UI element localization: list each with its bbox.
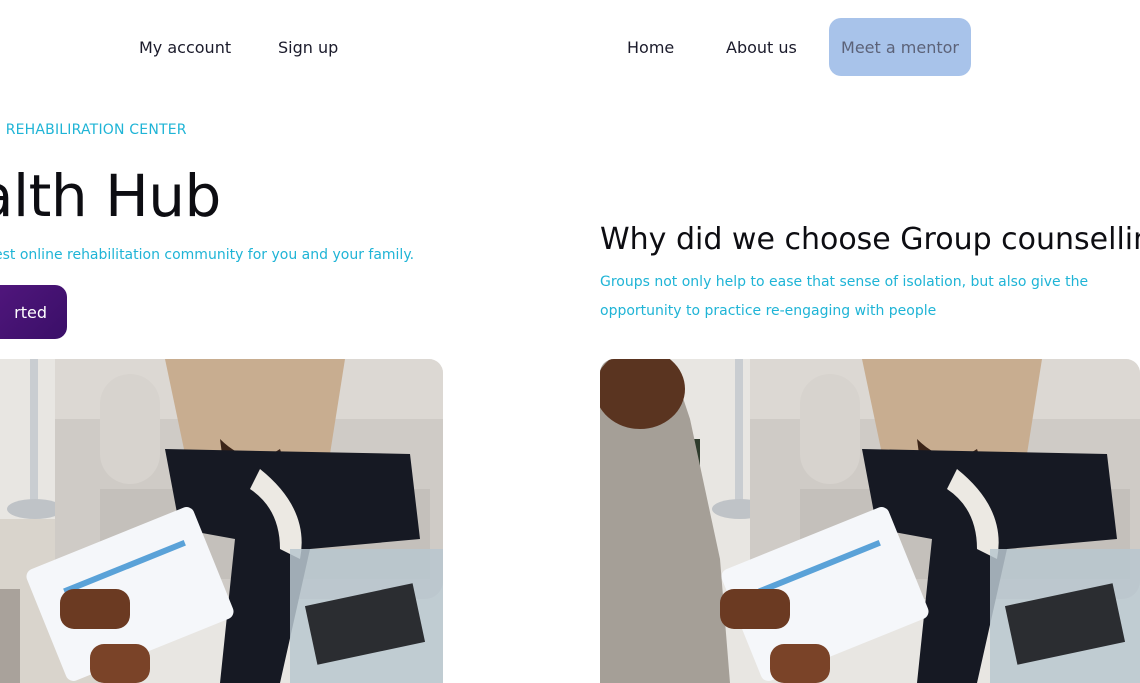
counselling-photo-left-image xyxy=(0,359,443,683)
nav-home-link[interactable]: Home xyxy=(627,38,674,57)
counselling-photo-left xyxy=(0,359,443,683)
get-started-label: rted xyxy=(14,302,47,322)
nav-sign-up-link[interactable]: Sign up xyxy=(278,38,338,57)
hero-eyebrow: E REHABILIRATION CENTER xyxy=(0,122,187,138)
group-counselling-title: Why did we choose Group counselling xyxy=(600,222,1140,257)
hero-subtitle: est online rehabilitation community for … xyxy=(0,247,415,263)
get-started-button[interactable]: rted xyxy=(0,285,67,339)
meet-a-mentor-label: Meet a mentor xyxy=(841,37,959,57)
nav-my-account-link[interactable]: My account xyxy=(139,38,231,57)
hero-title: alth Hub xyxy=(0,162,221,230)
meet-a-mentor-button[interactable]: Meet a mentor xyxy=(829,18,971,76)
nav-about-us-link[interactable]: About us xyxy=(726,38,797,57)
page: My account Sign up Home About us Meet a … xyxy=(0,0,1140,683)
group-counselling-body: Groups not only help to ease that sense … xyxy=(600,274,1089,319)
counselling-photo-right-image xyxy=(600,359,1140,683)
counselling-photo-right xyxy=(600,359,1140,683)
